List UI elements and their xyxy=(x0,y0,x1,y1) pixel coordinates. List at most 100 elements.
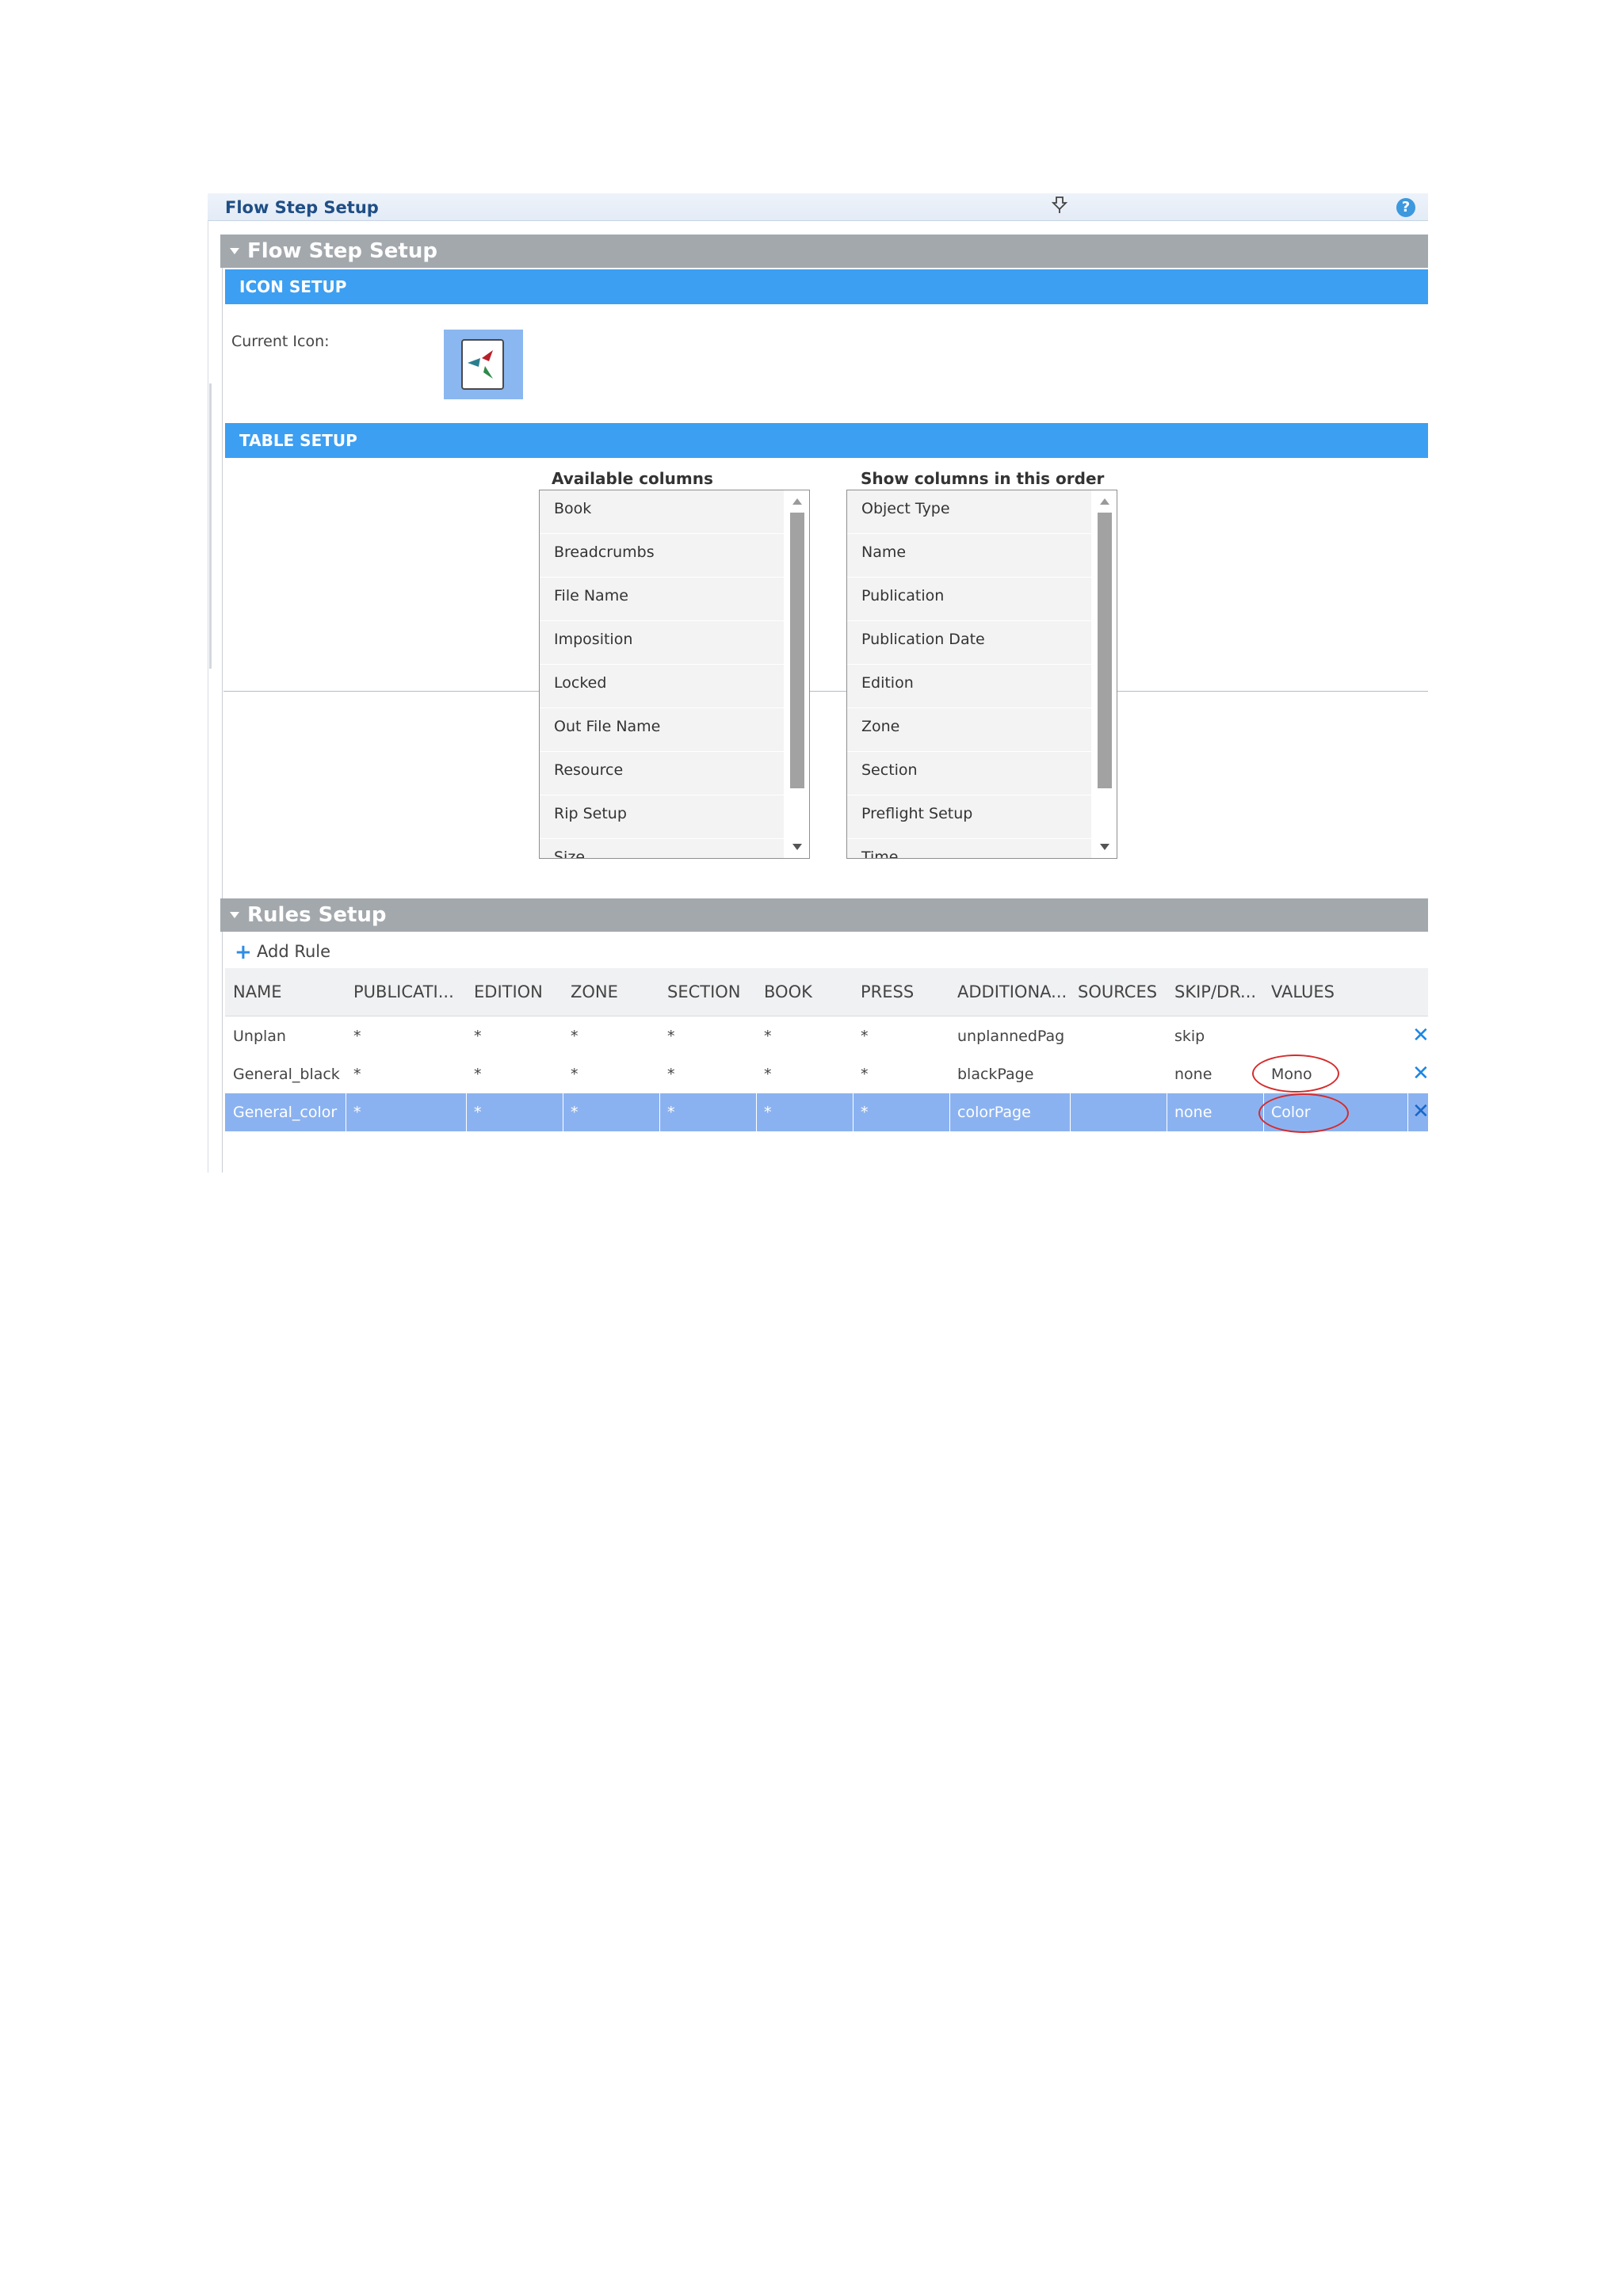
rule-edition: * xyxy=(474,1066,482,1083)
list-item[interactable]: Publication xyxy=(847,578,1091,621)
rule-press: * xyxy=(861,1066,869,1083)
rule-name: General_black xyxy=(233,1066,340,1083)
available-columns-list[interactable]: Book Breadcrumbs File Name Imposition Lo… xyxy=(539,490,810,859)
flow-step-section-header[interactable]: Flow Step Setup xyxy=(220,235,1428,268)
frame-shade xyxy=(209,383,212,669)
rule-zone: * xyxy=(571,1104,579,1121)
column-header[interactable]: SECTION xyxy=(667,982,741,1001)
order-columns-list[interactable]: Object Type Name Publication Publication… xyxy=(846,490,1117,859)
list-item[interactable]: File Name xyxy=(540,578,784,621)
list-item[interactable]: Size xyxy=(540,839,784,858)
column-header[interactable]: SKIP/DR... xyxy=(1174,982,1256,1001)
list-item[interactable]: Object Type xyxy=(847,490,1091,534)
rule-section: * xyxy=(667,1028,675,1045)
scroll-up-icon[interactable] xyxy=(1100,498,1109,505)
column-header[interactable]: BOOK xyxy=(764,982,812,1001)
rule-press: * xyxy=(861,1104,869,1121)
order-scrollbar[interactable] xyxy=(1093,490,1117,858)
rule-publication: * xyxy=(353,1066,361,1083)
column-header[interactable]: ADDITIONA... xyxy=(957,982,1067,1001)
list-item[interactable]: Rip Setup xyxy=(540,795,784,839)
list-item[interactable]: Edition xyxy=(847,665,1091,708)
cell-divider xyxy=(853,1093,854,1131)
list-item[interactable]: Resource xyxy=(540,752,784,795)
list-item[interactable]: Publication Date xyxy=(847,621,1091,665)
flow-step-section-title: Flow Step Setup xyxy=(247,239,437,263)
table-setup-panel: Available columns Show columns in this o… xyxy=(223,461,1428,859)
plus-icon: + xyxy=(235,940,252,964)
rule-additional: unplannedPag xyxy=(957,1028,1065,1045)
table-row[interactable]: General_black * * * * * * blackPage none… xyxy=(225,1055,1430,1093)
scroll-thumb[interactable] xyxy=(1098,513,1112,788)
flow-step-setup-window: Flow Step Setup ? Flow Step Setup ICON S… xyxy=(208,193,1430,1173)
scroll-thumb[interactable] xyxy=(790,513,804,788)
rules-section-title: Rules Setup xyxy=(247,903,387,927)
column-header[interactable]: PUBLICATI... xyxy=(353,982,454,1001)
rule-name: Unplan xyxy=(233,1028,286,1045)
list-item[interactable]: Breadcrumbs xyxy=(540,534,784,578)
rules-section-header[interactable]: Rules Setup xyxy=(220,898,1428,932)
table-setup-title: TABLE SETUP xyxy=(239,431,357,450)
list-item[interactable]: Book xyxy=(540,490,784,534)
rule-section: * xyxy=(667,1066,675,1083)
delete-icon[interactable]: ✕ xyxy=(1412,1100,1430,1123)
collapse-triangle-icon[interactable] xyxy=(230,912,239,918)
list-item[interactable]: Name xyxy=(847,534,1091,578)
rule-press: * xyxy=(861,1028,869,1045)
column-header[interactable]: PRESS xyxy=(861,982,914,1001)
scroll-down-icon[interactable] xyxy=(1100,844,1109,850)
table-row[interactable]: Unplan * * * * * * unplannedPag skip ✕ xyxy=(225,1017,1430,1055)
list-item[interactable]: Locked xyxy=(540,665,784,708)
table-setup-band: TABLE SETUP xyxy=(225,423,1428,458)
rule-publication: * xyxy=(353,1104,361,1121)
rule-book: * xyxy=(764,1104,772,1121)
column-header[interactable]: EDITION xyxy=(474,982,543,1001)
annotation-ring xyxy=(1258,1093,1349,1133)
cell-divider xyxy=(1070,1093,1071,1131)
icon-setup-band: ICON SETUP xyxy=(225,269,1428,304)
delete-icon[interactable]: ✕ xyxy=(1412,1062,1430,1085)
delete-icon[interactable]: ✕ xyxy=(1412,1024,1430,1047)
rule-skip: none xyxy=(1174,1066,1212,1083)
cell-divider xyxy=(949,1093,950,1131)
icon-setup-title: ICON SETUP xyxy=(239,277,347,296)
help-icon[interactable]: ? xyxy=(1396,198,1415,217)
table-row-selected[interactable]: General_color * * * * * * colorPage none… xyxy=(225,1093,1430,1133)
column-header[interactable]: SOURCES xyxy=(1078,982,1157,1001)
available-columns-title: Available columns xyxy=(552,469,713,488)
list-item[interactable]: Zone xyxy=(847,708,1091,752)
rule-additional: blackPage xyxy=(957,1066,1034,1083)
window-titlebar: Flow Step Setup ? xyxy=(208,193,1428,221)
current-icon-label: Current Icon: xyxy=(231,333,330,350)
scroll-up-icon[interactable] xyxy=(792,498,802,505)
current-icon-picker[interactable] xyxy=(444,330,523,399)
rule-book: * xyxy=(764,1066,772,1083)
list-item[interactable]: Preflight Setup xyxy=(847,795,1091,839)
rule-zone: * xyxy=(571,1028,579,1045)
rule-publication: * xyxy=(353,1028,361,1045)
collapse-triangle-icon[interactable] xyxy=(230,248,239,254)
rule-zone: * xyxy=(571,1066,579,1083)
list-item[interactable]: Imposition xyxy=(540,621,784,665)
cell-divider xyxy=(466,1093,467,1131)
window-title: Flow Step Setup xyxy=(225,198,379,217)
annotation-ring xyxy=(1252,1055,1339,1093)
rule-additional: colorPage xyxy=(957,1104,1031,1121)
rule-section: * xyxy=(667,1104,675,1121)
rule-edition: * xyxy=(474,1028,482,1045)
column-header[interactable]: NAME xyxy=(233,982,281,1001)
list-item[interactable]: Section xyxy=(847,752,1091,795)
scroll-down-icon[interactable] xyxy=(792,844,802,850)
column-header[interactable]: ZONE xyxy=(571,982,618,1001)
cell-divider xyxy=(756,1093,757,1131)
available-scrollbar[interactable] xyxy=(785,490,809,858)
rule-name: General_color xyxy=(233,1104,338,1121)
list-item[interactable]: Out File Name xyxy=(540,708,784,752)
frame-edge-inner xyxy=(222,249,223,1173)
pin-icon[interactable] xyxy=(1051,195,1068,214)
order-columns-title: Show columns in this order xyxy=(861,469,1105,488)
cell-divider xyxy=(659,1093,660,1131)
rules-table-header: NAME PUBLICATI... EDITION ZONE SECTION B… xyxy=(225,968,1428,1016)
column-header[interactable]: VALUES xyxy=(1271,982,1335,1001)
list-item[interactable]: Time xyxy=(847,839,1091,858)
